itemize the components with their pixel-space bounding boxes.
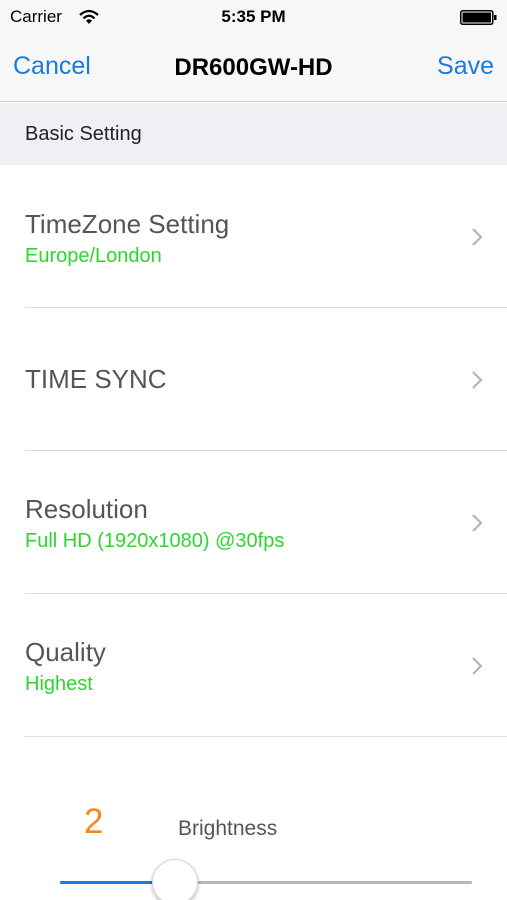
- chevron-right-icon: [472, 228, 483, 246]
- section-title: Basic Setting: [25, 123, 142, 145]
- chevron-right-icon: [472, 514, 483, 532]
- settings-row-timezone[interactable]: TimeZone Setting Europe/London: [0, 165, 507, 308]
- navigation-bar: Cancel DR600GW-HD Save: [0, 34, 507, 102]
- settings-row-quality[interactable]: Quality Highest: [0, 594, 507, 737]
- settings-row-time-sync[interactable]: TIME SYNC: [0, 308, 507, 451]
- status-time: 5:35 PM: [221, 7, 286, 26]
- row-value: Full HD (1920x1080) @30fps: [25, 530, 285, 552]
- page-title: DR600GW-HD: [174, 54, 333, 81]
- save-button[interactable]: Save: [437, 52, 494, 81]
- row-title: Resolution: [25, 494, 148, 524]
- row-divider: [25, 736, 507, 737]
- battery-icon: [460, 10, 497, 25]
- brightness-value: 2: [84, 802, 104, 841]
- row-title: TimeZone Setting: [25, 209, 230, 239]
- row-title: Quality: [25, 637, 106, 667]
- row-value: Highest: [25, 673, 93, 695]
- chevron-right-icon: [472, 371, 483, 389]
- row-title: TIME SYNC: [25, 364, 167, 394]
- row-value: Europe/London: [25, 245, 162, 267]
- brightness-slider[interactable]: [60, 858, 472, 900]
- brightness-label: Brightness: [178, 817, 278, 840]
- settings-row-resolution[interactable]: Resolution Full HD (1920x1080) @30fps: [0, 451, 507, 594]
- slider-thumb[interactable]: [152, 859, 198, 900]
- section-header-basic-setting: Basic Setting: [0, 103, 507, 165]
- status-bar: Carrier 5:35 PM: [0, 0, 507, 34]
- chevron-right-icon: [472, 657, 483, 675]
